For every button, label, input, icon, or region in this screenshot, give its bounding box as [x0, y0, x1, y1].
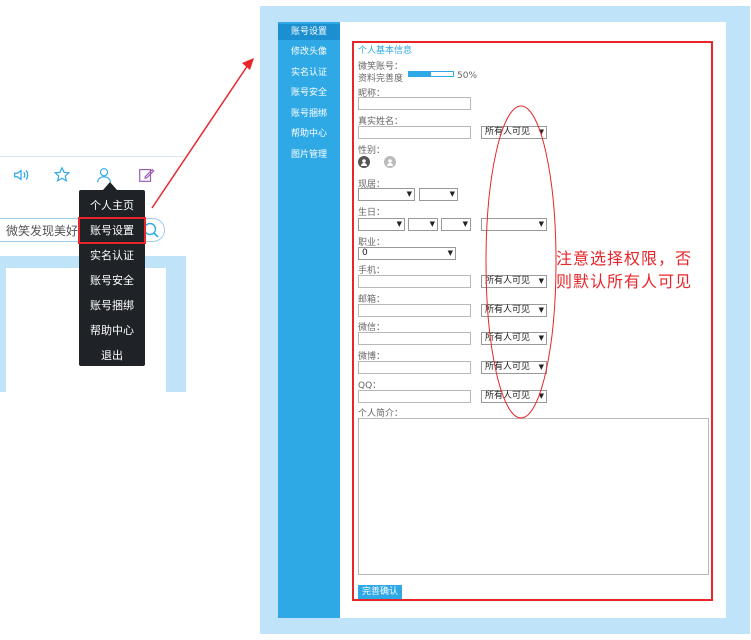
menu-item-real-name[interactable]: 实名认证	[79, 243, 145, 268]
search-input[interactable]	[6, 221, 82, 239]
menu-item-logout[interactable]: 退出	[79, 343, 145, 368]
menu-item-homepage[interactable]: 个人主页	[79, 193, 145, 218]
menu-item-help[interactable]: 帮助中心	[79, 318, 145, 343]
menu-item-binding[interactable]: 账号捆绑	[79, 293, 145, 318]
sidebar-item-help[interactable]: 帮助中心	[278, 126, 340, 142]
sidebar-item-account-settings[interactable]: 账号设置	[278, 24, 340, 40]
callout-arrow	[151, 58, 254, 209]
sound-icon[interactable]	[11, 166, 31, 184]
sidebar-item-real-name[interactable]: 实名认证	[278, 65, 340, 81]
visibility-highlight-ellipse	[485, 105, 557, 419]
menu-item-security[interactable]: 账号安全	[79, 268, 145, 293]
user-dropdown-menu: 个人主页 账号设置 实名认证 账号安全 账号捆绑 帮助中心 退出	[78, 190, 146, 368]
annotation-line-2: 则默认所有人可见	[556, 272, 693, 291]
menu-pointer	[103, 182, 117, 190]
sidebar-item-avatar[interactable]: 修改头像	[278, 44, 340, 60]
settings-sidebar: 账号设置 修改头像 实名认证 账号安全 账号捆绑 帮助中心 图片管理	[278, 22, 340, 618]
annotation-note: 注意选择权限，否 则默认所有人可见	[556, 247, 726, 293]
sidebar-item-binding[interactable]: 账号捆绑	[278, 106, 340, 122]
star-icon[interactable]	[52, 166, 72, 184]
sidebar-item-images[interactable]: 图片管理	[278, 147, 340, 163]
annotation-line-1: 注意选择权限，否	[556, 249, 693, 268]
menu-item-account-settings[interactable]: 账号设置	[78, 217, 146, 244]
sidebar-item-security[interactable]: 账号安全	[278, 85, 340, 101]
